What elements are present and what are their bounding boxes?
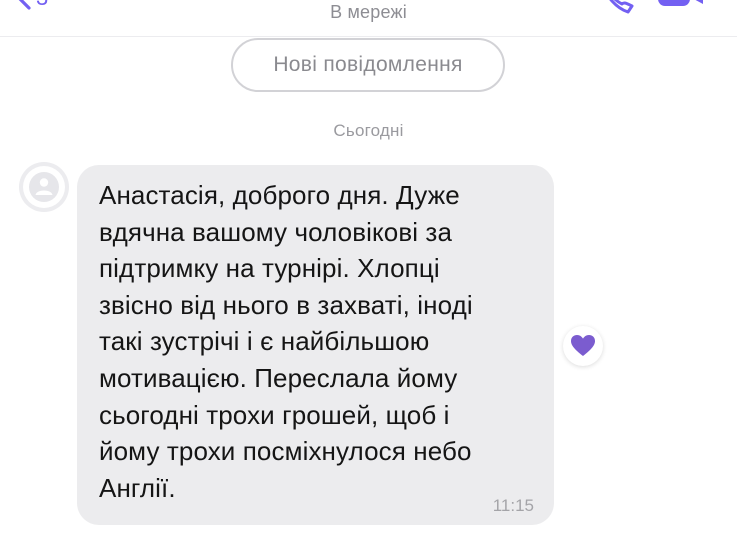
chat-header: 3 В мережі <box>0 0 737 37</box>
message-timestamp: 11:15 <box>492 496 534 515</box>
video-camera-icon <box>658 0 703 6</box>
video-call-button[interactable] <box>656 0 706 16</box>
chat-screen: 3 В мережі Нові повідомлення Сьогодні Ан… <box>0 0 737 552</box>
date-separator: Сьогодні <box>333 121 404 140</box>
message-text: Анастасія, доброго дня. Дуже вдячна вашо… <box>99 180 473 503</box>
reaction-badge[interactable] <box>563 326 603 366</box>
user-placeholder-icon <box>23 166 65 208</box>
avatar[interactable] <box>19 162 69 212</box>
new-messages-button[interactable]: Нові повідомлення <box>231 38 505 92</box>
heart-icon <box>571 335 595 356</box>
phone-icon <box>609 0 634 14</box>
call-button[interactable] <box>596 0 636 16</box>
message-bubble[interactable]: Анастасія, доброго дня. Дуже вдячна вашо… <box>77 165 554 525</box>
